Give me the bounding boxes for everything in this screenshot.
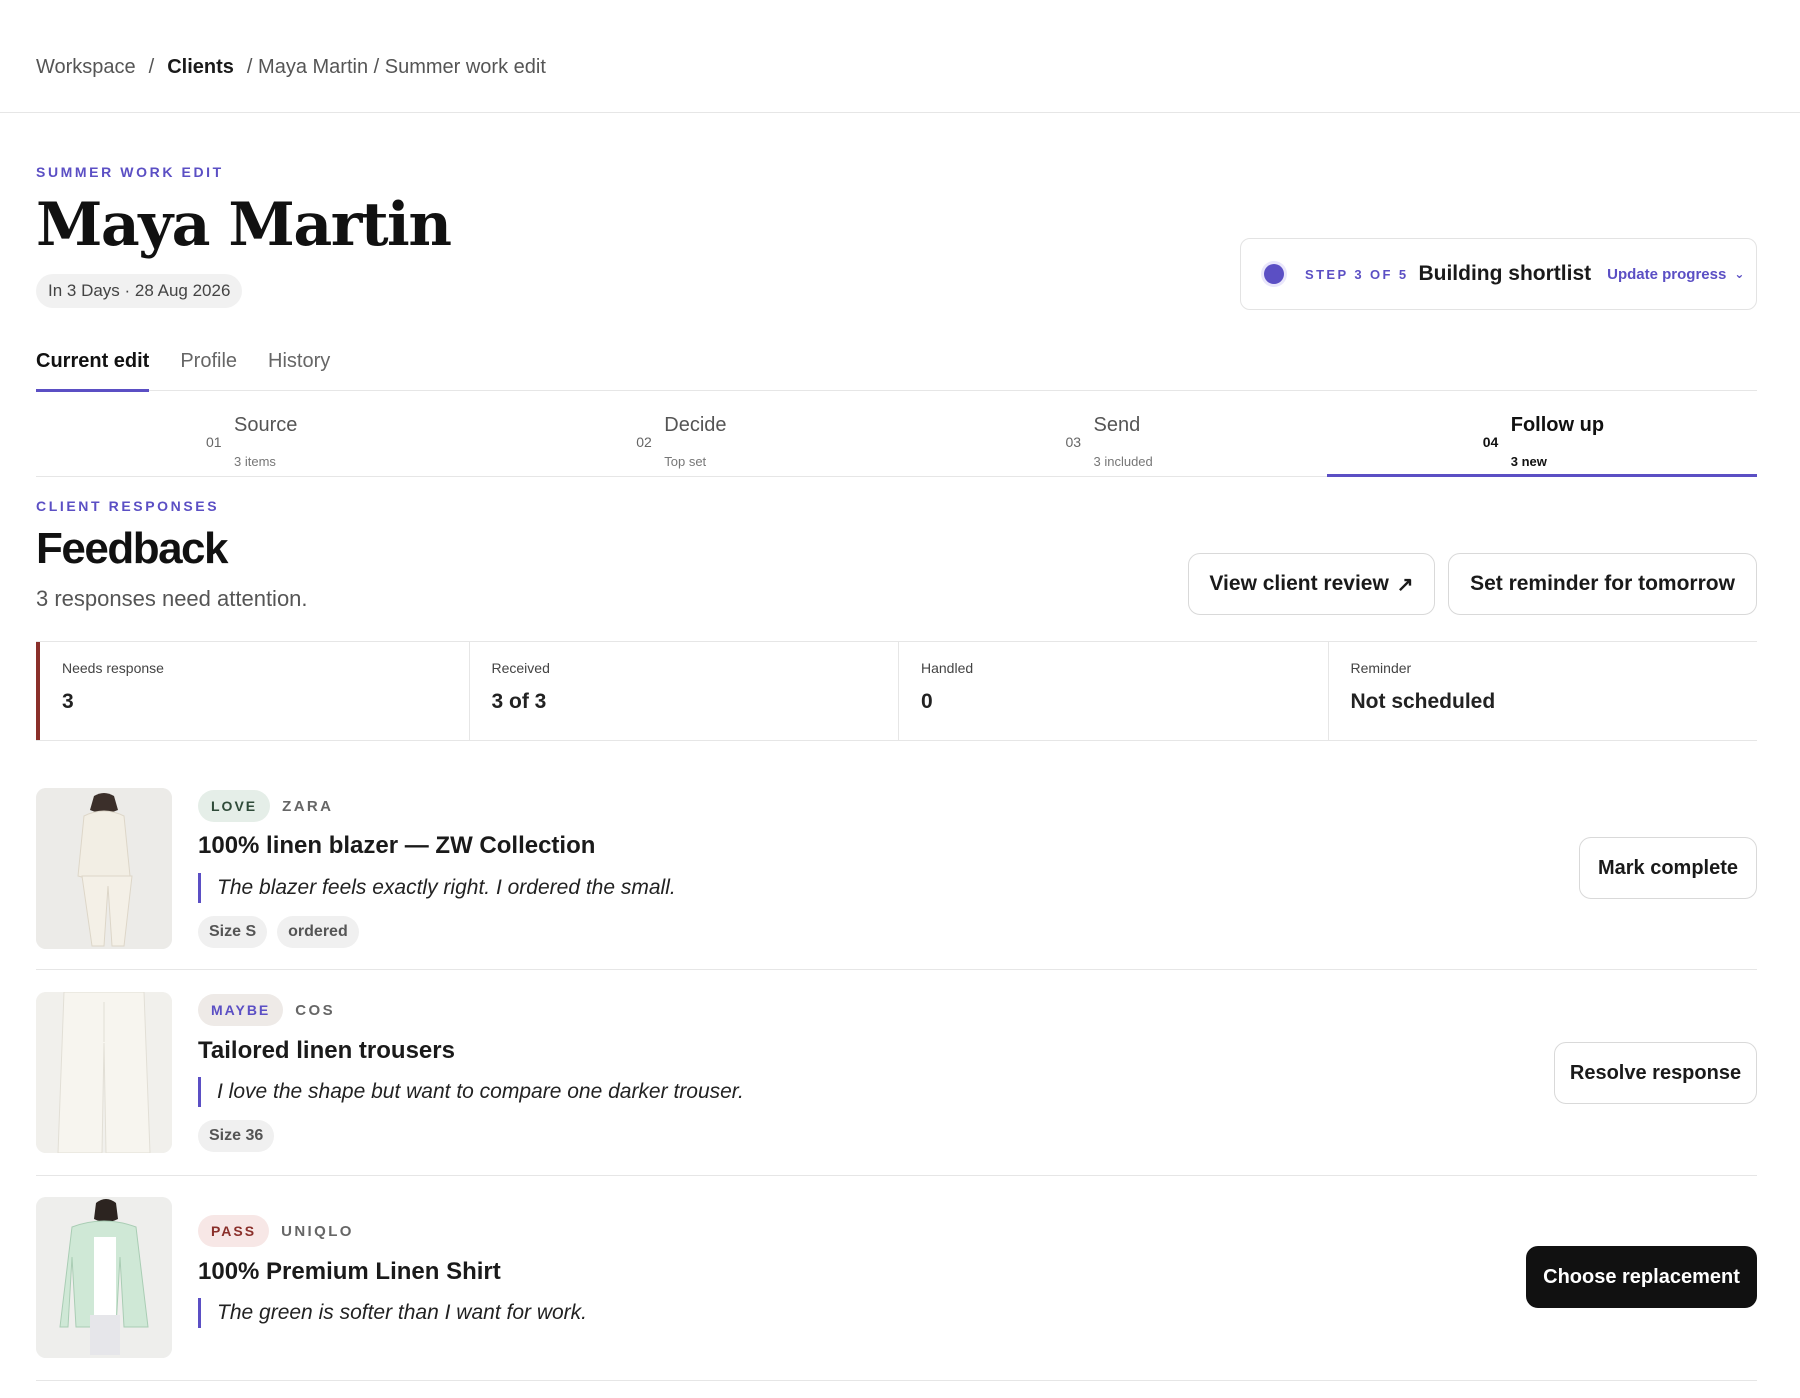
step-decide[interactable]: 02 Decide Top set [466,392,896,476]
pass-tag: PASS [198,1215,270,1247]
step-name: Send [1093,414,1141,436]
brand-label: UNIQLO [281,1222,354,1240]
list-item: LOVE ZARA 100% linen blazer — ZW Collect… [36,788,1757,970]
size-chip: Size 36 [198,1120,275,1152]
step-subtitle: 3 included [1093,454,1153,469]
breadcrumb: Workspace / Clients / Maya Martin / Summ… [36,56,546,79]
feedback-title: Feedback [36,524,228,573]
step-number: 02 [636,434,652,450]
step-name: Decide [664,414,727,436]
step-number: 03 [1065,434,1082,450]
stat-value: 3 [62,690,74,713]
brand-label: COS [295,1001,335,1019]
edit-eyebrow: SUMMER WORK EDIT [36,164,224,180]
chevron-down-icon: ⌄ [1734,267,1745,281]
stat-label: Received [491,660,550,676]
responses-eyebrow: CLIENT RESPONSES [36,498,220,514]
client-quote: The blazer feels exactly right. I ordere… [198,873,676,903]
list-item: PASS UNIQLO 100% Premium Linen Shirt The… [36,1197,1757,1381]
stat-label: Reminder [1350,660,1412,676]
view-client-review-label: View client review [1209,572,1389,595]
stats-bar: Needs response 3 Received 3 of 3 Handled… [36,641,1757,741]
size-chip: Size S [198,916,268,948]
client-name: Maya Martin [36,190,452,260]
step-name: Source [234,414,298,436]
choose-replacement-button[interactable]: Choose replacement [1526,1246,1757,1308]
step-source[interactable]: 01 Source 3 items [36,392,466,476]
update-progress-label: Update progress [1607,265,1727,283]
stat-value: Not scheduled [1350,690,1496,713]
step-name: Follow up [1510,414,1605,436]
resolve-response-button[interactable]: Resolve response [1554,1042,1757,1104]
step-number: 01 [206,434,222,450]
stat-handled: Handled 0 [898,642,1328,740]
tab-bar: Current edit Profile History [36,340,1757,392]
status-chip: ordered [277,916,359,948]
brand-label: ZARA [282,797,334,815]
step-number: 04 [1482,434,1499,450]
tab-current-edit[interactable]: Current edit [36,340,150,392]
breadcrumb-clients[interactable]: Clients [167,56,234,79]
stat-label: Handled [921,660,974,676]
product-image-trousers[interactable] [36,992,172,1153]
step-label: STEP 3 OF 5 [1305,266,1409,282]
mark-complete-button[interactable]: Mark complete [1579,837,1757,899]
breadcrumb-current: / Maya Martin / Summer work edit [246,56,546,78]
stat-value: 3 of 3 [491,690,547,713]
step-send[interactable]: 03 Send 3 included [897,392,1327,476]
maybe-tag: MAYBE [198,994,284,1026]
update-progress-button[interactable]: Update progress ⌄ [1607,266,1744,283]
stat-received: Received 3 of 3 [468,642,899,740]
progress-card: STEP 3 OF 5 Building shortlist Update pr… [1240,238,1757,310]
set-reminder-button[interactable]: Set reminder for tomorrow [1448,553,1757,615]
tab-history[interactable]: History [268,340,330,391]
step-subtitle: Top set [664,454,707,469]
product-image-shirt[interactable] [36,1197,172,1358]
step-title: Building shortlist [1418,262,1592,285]
breadcrumb-workspace[interactable]: Workspace [36,56,136,79]
date-pill: In 3 Days · 28 Aug 2026 [36,274,243,308]
love-tag: LOVE [198,790,271,822]
stat-label: Needs response [62,660,164,676]
stat-needs-response: Needs response 3 [36,642,469,740]
client-quote: I love the shape but want to compare one… [198,1077,744,1107]
stat-reminder: Reminder Not scheduled [1327,642,1758,740]
workflow-stepper: 01 Source 3 items 02 Decide Top set 03 S… [36,392,1758,477]
item-title: 100% linen blazer — ZW Collection [198,832,596,859]
product-image-blazer[interactable] [36,788,172,949]
external-link-icon: ↗ [1396,573,1414,596]
step-subtitle: 3 new [1510,454,1547,469]
progress-dot-icon [1261,261,1287,287]
item-title: Tailored linen trousers [198,1037,455,1064]
view-client-review-button[interactable]: View client review ↗ [1188,553,1435,615]
item-title: 100% Premium Linen Shirt [198,1258,501,1285]
tab-profile[interactable]: Profile [180,340,237,391]
breadcrumb-separator: / [148,56,155,78]
feedback-subtitle: 3 responses need attention. [36,586,308,611]
step-subtitle: 3 items [234,454,276,469]
list-item: MAYBE COS Tailored linen trousers I love… [36,992,1757,1176]
top-bar: Workspace / Clients / Maya Martin / Summ… [0,0,1800,113]
stat-value: 0 [921,690,933,713]
step-follow-up[interactable]: 04 Follow up 3 new [1326,392,1758,477]
client-quote: The green is softer than I want for work… [198,1298,587,1328]
